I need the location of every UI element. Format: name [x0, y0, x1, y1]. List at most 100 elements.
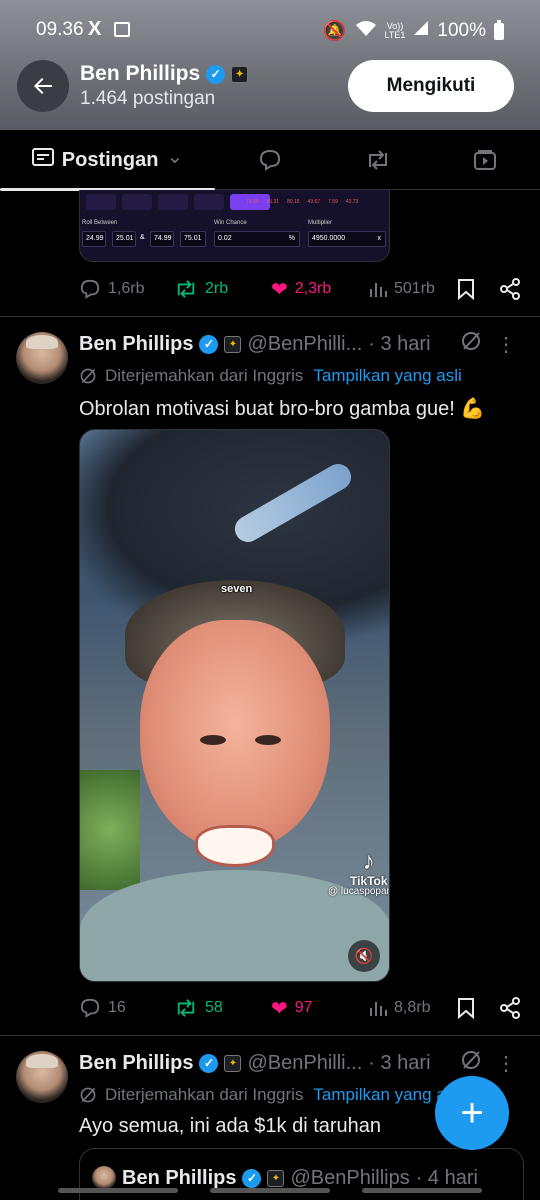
views-count: 501rb [394, 280, 435, 297]
range2-high: 75.01 [180, 231, 206, 247]
like-count: 2,3rb [294, 280, 332, 297]
quoted-author-name: Ben Phillips [122, 1166, 237, 1189]
tiktok-logo-icon: ♪ [362, 848, 375, 875]
reply-count: 1,6rb [108, 280, 145, 297]
reply-button[interactable]: 16 [79, 993, 126, 1023]
tweet-header: Ben Phillips ✓ ✦ @BenPhilli... · 3 hari [79, 331, 431, 357]
views-icon [370, 283, 387, 297]
grok-icon[interactable] [460, 1049, 482, 1077]
author-handle: @BenPhilli... [247, 1051, 363, 1074]
verified-badge-icon: ✓ [199, 1053, 219, 1073]
bookmark-icon [458, 998, 474, 1019]
profile-tabs: Postingan ⌄ [0, 130, 540, 191]
field-values: 24.99 25.01 & 74.99 75.01 0.02 % 4950.00… [82, 231, 387, 247]
compose-post-button[interactable]: + [435, 1076, 509, 1150]
author-name[interactable]: Ben Phillips [79, 1052, 193, 1075]
range1-high: 25.01 [112, 231, 136, 247]
avatar[interactable] [16, 1051, 68, 1103]
bookmark-button[interactable] [457, 993, 475, 1023]
tweet-video[interactable]: seven ♪ TikTok @ lucaspopan 🔇 [79, 429, 390, 982]
status-right: 🔕 Vo)) LTE1 100% [323, 19, 504, 43]
back-button[interactable] [17, 60, 69, 112]
show-original-link[interactable]: Tampilkan yang asli [313, 366, 461, 386]
win-chance-value: 0.02 % [214, 231, 300, 247]
mode-option [194, 194, 224, 210]
author-handle: @BenPhilli... [247, 332, 363, 355]
author-name[interactable]: Ben Phillips [79, 333, 193, 356]
video-frame-eye [200, 735, 226, 745]
tweet-text: Ayo semua, ini ada $1k di taruhan [79, 1115, 382, 1137]
share-button[interactable] [499, 274, 521, 304]
video-frame-mouth [195, 825, 275, 867]
reply-icon [259, 149, 281, 171]
video-frame-face [140, 620, 330, 850]
amp: & [140, 234, 145, 241]
mute-icon: 🔕 [322, 21, 347, 42]
like-button[interactable]: ❤ 97 [271, 993, 313, 1023]
tab-posts-label: Postingan [61, 148, 159, 171]
avatar [92, 1166, 116, 1190]
roll-mode-selector [86, 194, 270, 210]
post-divider [0, 316, 540, 317]
mode-option [122, 194, 152, 210]
affiliate-badge-icon: ✦ [224, 1054, 242, 1072]
status-time: 09.36 [36, 19, 84, 40]
battery-icon [494, 19, 504, 40]
roll-between-label: Roll Between [82, 220, 118, 226]
repost-icon [177, 280, 195, 298]
posts-filter-icon [31, 147, 54, 173]
tab-videos[interactable] [430, 130, 540, 190]
more-options-icon[interactable]: ⋮ [496, 332, 530, 357]
chevron-down-icon: ⌄ [166, 145, 184, 168]
tab-reposts[interactable] [325, 130, 430, 190]
video-frame-window [80, 770, 140, 890]
nav-hint-left [58, 1188, 178, 1193]
like-count: 97 [294, 999, 313, 1016]
verified-badge-icon: ✓ [242, 1168, 262, 1188]
mute-button[interactable]: 🔇 [348, 940, 380, 972]
repost-button[interactable]: 58 [174, 993, 223, 1023]
previous-post-media[interactable]: 72.06 85.31 80.15 49.67 7.59 43.73 Roll … [79, 190, 390, 262]
tweet-menu-area: ⋮ [460, 331, 530, 357]
quoted-post-time: · 4 hari [415, 1166, 478, 1189]
views-button[interactable]: 501rb [369, 274, 435, 304]
video-caption: seven [221, 583, 253, 595]
following-button[interactable]: Mengikuti [348, 60, 514, 112]
repost-icon [368, 150, 387, 170]
multiplier-value: 4950.0000 x [308, 231, 386, 247]
post-count: 1.464 postingan [80, 88, 216, 109]
mode-option [86, 194, 116, 210]
more-options-icon[interactable]: ⋮ [496, 1051, 530, 1076]
repost-count: 58 [205, 999, 223, 1016]
views-button[interactable]: 8,8rb [369, 993, 430, 1023]
x-logo-icon: X [88, 18, 102, 40]
translated-label: Diterjemahkan dari Inggris [105, 1085, 304, 1104]
verified-badge-icon: ✓ [199, 334, 219, 354]
reply-button[interactable]: 1,6rb [79, 274, 144, 304]
views-count: 8,8rb [394, 999, 431, 1016]
profile-name: Ben Phillips [80, 62, 201, 85]
image-notification-icon [114, 22, 130, 37]
affiliate-badge-icon: ✦ [231, 65, 249, 83]
tab-posts[interactable]: Postingan ⌄ [0, 130, 215, 191]
reply-icon [80, 279, 100, 299]
profile-name-row: Ben Phillips ✓ ✦ [80, 62, 249, 86]
like-button[interactable]: ❤ 2,3rb [271, 274, 331, 304]
tab-replies[interactable] [215, 130, 325, 190]
share-button[interactable] [499, 993, 521, 1023]
repost-icon [177, 999, 195, 1017]
post-time: · 3 hari [368, 1051, 431, 1074]
tiktok-handle: @ lucaspopan [328, 886, 390, 897]
avatar[interactable] [16, 332, 68, 384]
post-time: · 3 hari [368, 332, 431, 355]
share-icon [500, 997, 520, 1019]
video-frame-eye [255, 735, 281, 745]
grok-icon[interactable] [460, 330, 482, 358]
video-icon [474, 150, 496, 170]
repost-button[interactable]: 2rb [174, 274, 228, 304]
bookmark-button[interactable] [457, 274, 475, 304]
mode-option [158, 194, 188, 210]
reply-icon [80, 998, 100, 1018]
repost-count: 2rb [205, 280, 229, 297]
post-actions: 16 58 ❤ 97 8,8rb [79, 993, 529, 1023]
